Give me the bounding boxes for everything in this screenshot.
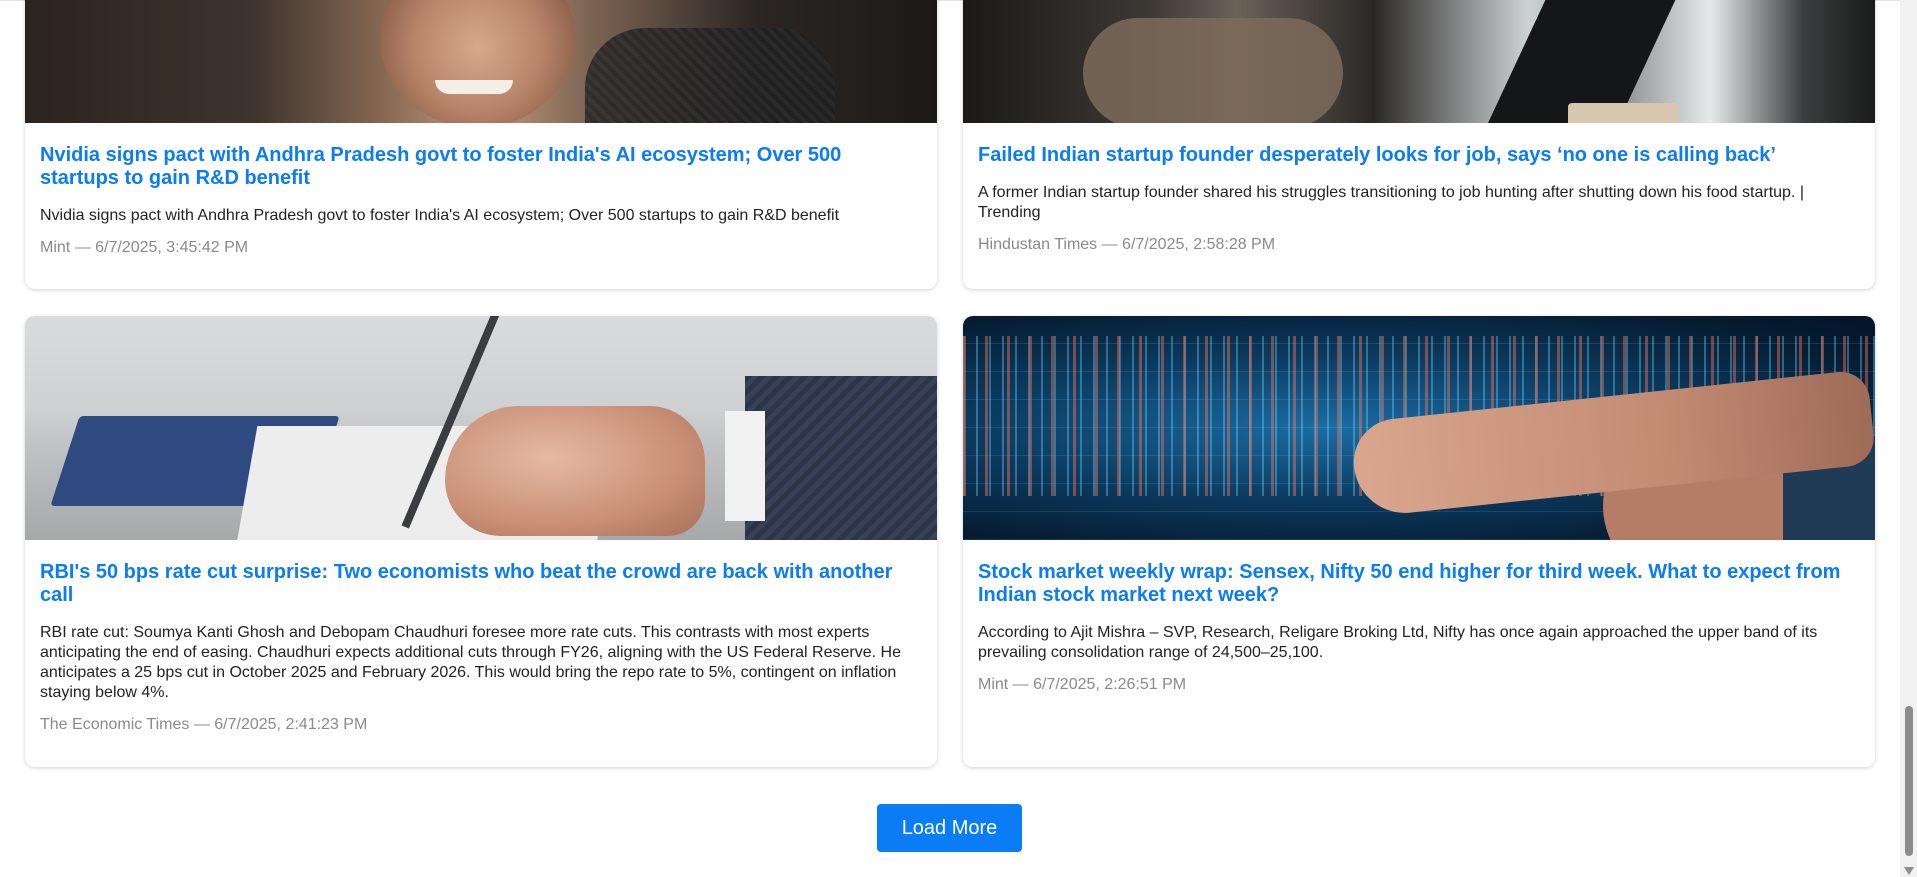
article-source-date: Mint — 6/7/2025, 3:45:42 PM: [40, 239, 249, 256]
article-title-link[interactable]: Nvidia signs pact with Andhra Pradesh go…: [40, 144, 922, 190]
article-source-date: Mint — 6/7/2025, 2:26:51 PM: [978, 676, 1187, 693]
news-feed-page: Nvidia signs pact with Andhra Pradesh go…: [0, 0, 1917, 877]
sleeve-shape: [745, 376, 937, 540]
article-title-link[interactable]: Failed Indian startup founder desperatel…: [978, 144, 1860, 167]
arm-shape: [1083, 18, 1343, 123]
article-title-link[interactable]: RBI's 50 bps rate cut surprise: Two econ…: [40, 561, 922, 607]
news-card: RBI's 50 bps rate cut surprise: Two econ…: [25, 316, 937, 767]
article-image[interactable]: [963, 0, 1875, 123]
article-image[interactable]: [25, 316, 937, 540]
news-card: Failed Indian startup founder desperatel…: [963, 0, 1875, 289]
smile-shape: [435, 80, 513, 94]
chair-shape: [585, 28, 835, 123]
vertical-scrollbar[interactable]: [1900, 0, 1917, 877]
article-image[interactable]: [25, 0, 937, 123]
cup-shape: [1568, 103, 1678, 123]
face-shape: [380, 0, 575, 123]
article-source-date: Hindustan Times — 6/7/2025, 2:58:28 PM: [978, 236, 1276, 253]
article-description: A former Indian startup founder shared h…: [978, 184, 1804, 221]
news-card: Nvidia signs pact with Andhra Pradesh go…: [25, 0, 937, 289]
article-description: According to Ajit Mishra – SVP, Research…: [978, 624, 1818, 661]
article-title-link[interactable]: Stock market weekly wrap: Sensex, Nifty …: [978, 561, 1860, 607]
article-description: RBI rate cut: Soumya Kanti Ghosh and Deb…: [40, 624, 901, 701]
cuff-shape: [725, 411, 765, 521]
news-card: Stock market weekly wrap: Sensex, Nifty …: [963, 316, 1875, 767]
article-image[interactable]: [963, 316, 1875, 540]
article-source-date: The Economic Times — 6/7/2025, 2:41:23 P…: [40, 716, 368, 733]
article-description: Nvidia signs pact with Andhra Pradesh go…: [40, 207, 840, 224]
load-more-button[interactable]: Load More: [877, 804, 1022, 852]
scrollbar-thumb[interactable]: [1905, 706, 1913, 856]
hand-shape: [445, 406, 705, 536]
scroll-down-arrow-icon[interactable]: [1904, 867, 1914, 875]
